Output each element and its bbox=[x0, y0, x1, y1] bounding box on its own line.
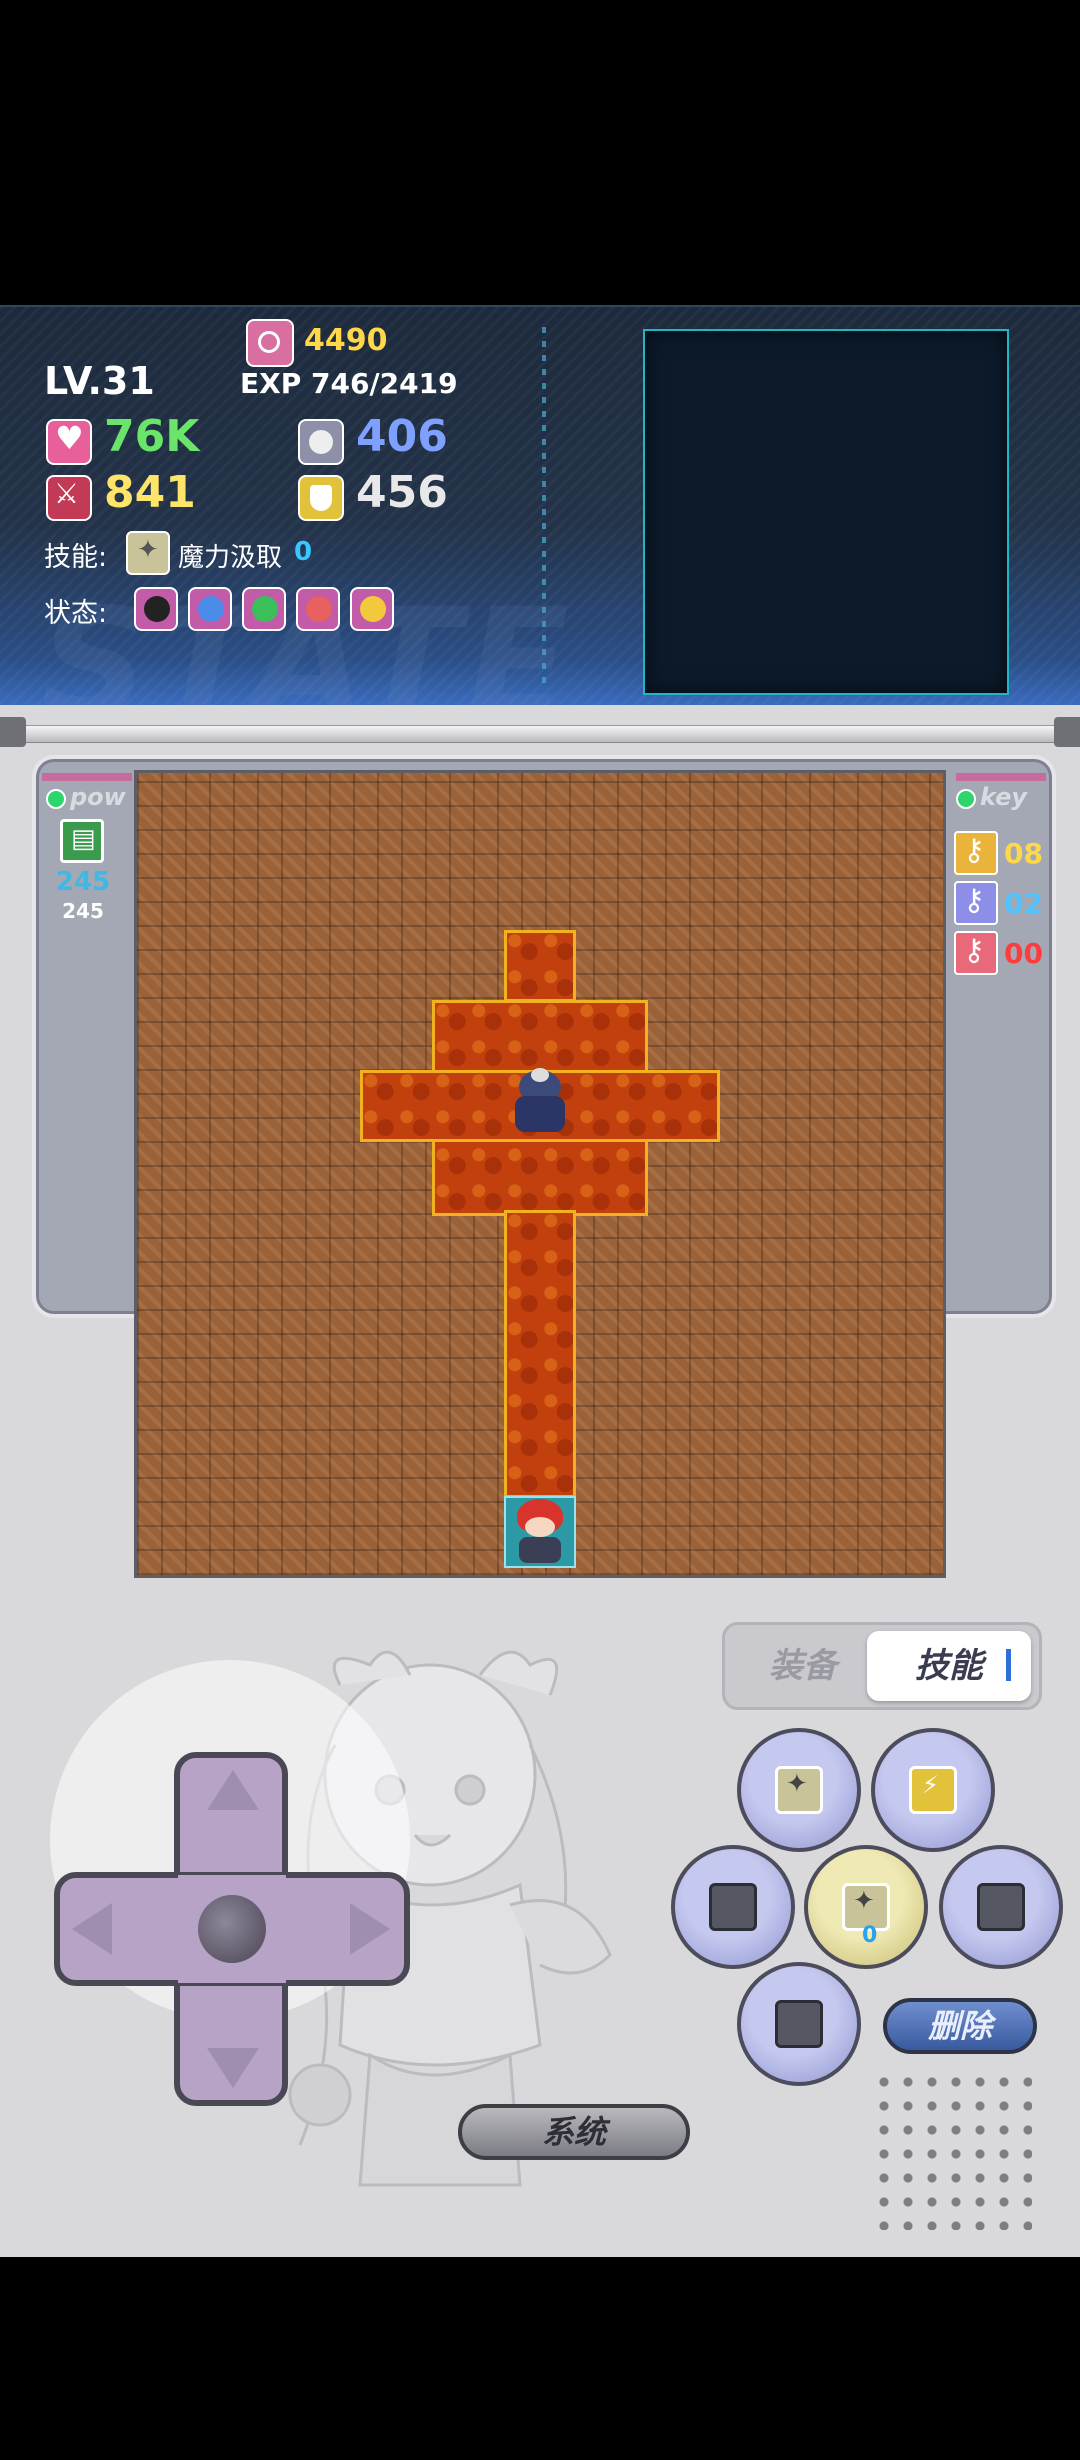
empty-slot-icon bbox=[977, 1883, 1025, 1931]
yellow-key-icon bbox=[954, 831, 998, 875]
active-skill-count: 0 bbox=[862, 1923, 878, 1948]
empty-slot-icon bbox=[775, 2000, 823, 2048]
skill-label: 技能: bbox=[44, 542, 108, 573]
lightning-skill-icon bbox=[909, 1766, 957, 1814]
blue-key-icon bbox=[954, 881, 998, 925]
skill-slot-button[interactable] bbox=[737, 1728, 861, 1852]
skill-slot-button[interactable] bbox=[737, 1962, 861, 2086]
minimap[interactable] bbox=[643, 329, 1009, 695]
pow-indicator-icon bbox=[46, 789, 66, 809]
red-key-icon bbox=[954, 931, 998, 975]
yellow-key-count: 08 bbox=[1004, 837, 1043, 870]
tab-equip[interactable]: 装备 bbox=[733, 1631, 873, 1701]
bottom-bar bbox=[0, 2257, 1080, 2460]
boss-sprite[interactable] bbox=[505, 1066, 575, 1136]
def-value: 456 bbox=[356, 467, 448, 518]
equip-skill-tabs: 装备 技能 bbox=[722, 1622, 1042, 1710]
skill-slot-button[interactable] bbox=[939, 1845, 1063, 1969]
skill-name: 魔力汲取 bbox=[178, 543, 283, 573]
exp-value: EXP 746/2419 bbox=[240, 367, 458, 400]
sparkle-skill-icon bbox=[775, 1766, 823, 1814]
player-sprite[interactable] bbox=[505, 1497, 575, 1567]
skill-count: 0 bbox=[294, 537, 313, 567]
lava-tile bbox=[504, 930, 576, 1002]
key-title: key bbox=[980, 783, 1028, 811]
pow-value: 245 bbox=[55, 867, 111, 897]
delete-button[interactable]: 删除 bbox=[883, 1998, 1037, 2054]
gold-value: 4490 bbox=[304, 323, 388, 358]
rail-end-left bbox=[0, 717, 26, 747]
atk-value: 841 bbox=[104, 467, 196, 518]
blue-key-count: 02 bbox=[1004, 887, 1043, 920]
speaker-grille bbox=[872, 2070, 1032, 2230]
arrow-up-icon[interactable] bbox=[207, 1770, 259, 1810]
pow-title: pow bbox=[70, 783, 126, 811]
arrow-left-icon[interactable] bbox=[72, 1903, 112, 1955]
sword-icon bbox=[46, 475, 92, 521]
skill-slot-button[interactable] bbox=[871, 1728, 995, 1852]
lava-tile bbox=[504, 1210, 576, 1498]
red-key-count: 00 bbox=[1004, 937, 1043, 970]
green-orb-icon bbox=[242, 587, 286, 631]
state-label: 状态: bbox=[44, 598, 108, 629]
game-map[interactable] bbox=[134, 770, 946, 1578]
mdef-value: 406 bbox=[356, 411, 448, 462]
arrow-down-icon[interactable] bbox=[207, 2048, 259, 2088]
rail-end-right bbox=[1054, 717, 1080, 747]
orb-icon bbox=[298, 419, 344, 465]
black-orb-icon bbox=[134, 587, 178, 631]
yellow-orb-icon bbox=[350, 587, 394, 631]
key-row-blue: 02 bbox=[954, 881, 1054, 927]
key-row-yellow: 08 bbox=[954, 831, 1054, 877]
dpad-knob bbox=[198, 1895, 266, 1963]
gold-icon bbox=[246, 319, 294, 367]
pow-max: 245 bbox=[62, 899, 104, 923]
heart-icon bbox=[46, 419, 92, 465]
active-skill-button[interactable]: 0 bbox=[804, 1845, 928, 1969]
key-indicator-icon bbox=[956, 789, 976, 809]
tab-skill[interactable]: 技能 bbox=[867, 1631, 1031, 1701]
shield-icon bbox=[298, 475, 344, 521]
hp-value: 76K bbox=[104, 411, 200, 462]
top-rail bbox=[0, 725, 1080, 743]
red-orb-icon bbox=[296, 587, 340, 631]
key-row-red: 00 bbox=[954, 931, 1054, 977]
status-panel: STATE LV.31 4490 EXP 746/2419 76K 406 84… bbox=[0, 305, 1080, 751]
arrow-right-icon[interactable] bbox=[350, 1903, 390, 1955]
system-button[interactable]: 系统 bbox=[458, 2104, 690, 2160]
skill-sparkle-icon bbox=[126, 531, 170, 575]
level-label: LV.31 bbox=[44, 359, 155, 403]
empty-slot-icon bbox=[709, 1883, 757, 1931]
blue-orb-icon bbox=[188, 587, 232, 631]
panel-divider bbox=[542, 327, 546, 687]
key-list: 08 02 00 bbox=[954, 831, 1054, 991]
spellbook-icon[interactable] bbox=[60, 819, 104, 863]
skill-slot-button[interactable] bbox=[671, 1845, 795, 1969]
